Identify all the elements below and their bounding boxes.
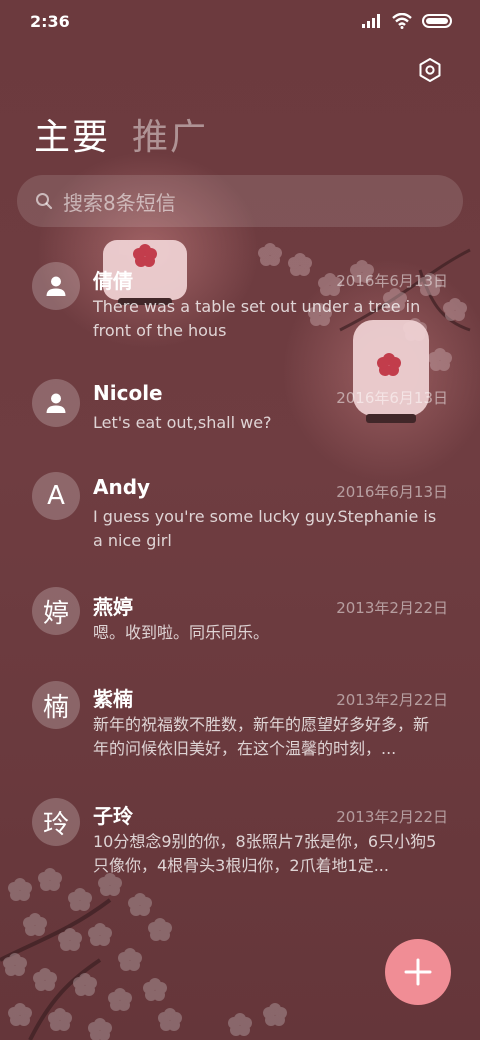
conversation-item[interactable]: 楠 紫楠 2013年2月22日 新年的祝福数不胜数，新年的愿望好多好多，新年的问…	[0, 670, 480, 790]
conversation-item[interactable]: 婷 燕婷 2013年2月22日 嗯。收到啦。同乐同乐。	[0, 576, 480, 676]
status-icons	[362, 13, 452, 29]
conversation-item[interactable]: Nicole 2016年6月13日 Let's eat out,shall we…	[0, 361, 480, 461]
message-snippet: There was a table set out under a tree i…	[93, 297, 421, 340]
contact-name: 燕婷	[93, 595, 133, 619]
message-snippet: Let's eat out,shall we?	[93, 413, 272, 432]
search-icon	[36, 193, 53, 210]
gear-icon	[419, 58, 441, 82]
new-message-button[interactable]	[385, 939, 451, 1005]
search-placeholder: 搜索8条短信	[63, 190, 176, 215]
tab-promotions[interactable]: 推广	[132, 108, 208, 160]
conversation-item[interactable]: A Andy 2016年6月13日 I guess you're some lu…	[0, 456, 480, 576]
person-icon	[46, 276, 66, 296]
message-snippet: 新年的祝福数不胜数，新年的愿望好多好多，新年的问候依旧美好，在这个温馨的时刻，.…	[93, 715, 430, 758]
contact-name: 倩倩	[93, 269, 133, 293]
message-date: 2016年6月13日	[336, 389, 448, 407]
message-date: 2013年2月22日	[336, 808, 448, 826]
tab-bar: 主要 推广	[34, 108, 208, 160]
conversation-item[interactable]: 倩倩 2016年6月13日 There was a table set out …	[0, 246, 480, 356]
tab-primary[interactable]: 主要	[34, 108, 110, 160]
person-icon	[46, 393, 66, 413]
message-date: 2013年2月22日	[336, 599, 448, 617]
settings-button[interactable]	[412, 52, 448, 88]
status-bar: 2:36	[0, 0, 480, 42]
message-date: 2016年6月13日	[336, 483, 448, 501]
battery-icon	[422, 14, 452, 28]
message-date: 2013年2月22日	[336, 691, 448, 709]
avatar: 楠	[32, 681, 80, 729]
contact-name: Andy	[93, 475, 151, 499]
message-date: 2016年6月13日	[336, 272, 448, 290]
wifi-icon	[392, 13, 412, 29]
message-snippet: I guess you're some lucky guy.Stephanie …	[93, 507, 437, 550]
contact-name: 紫楠	[93, 687, 133, 711]
avatar	[32, 262, 80, 310]
contact-name: Nicole	[93, 381, 163, 405]
search-input[interactable]: 搜索8条短信	[17, 175, 463, 227]
status-time: 2:36	[30, 11, 70, 31]
message-snippet: 嗯。收到啦。同乐同乐。	[93, 623, 270, 642]
message-snippet: 10分想念9别的你，8张照片7张是你，6只小狗5只像你，4根骨头3根归你，2爪着…	[93, 832, 437, 875]
avatar: A	[32, 472, 80, 520]
avatar: 婷	[32, 587, 80, 635]
conversation-item[interactable]: 玲 子玲 2013年2月22日 10分想念9别的你，8张照片7张是你，6只小狗5…	[0, 786, 480, 906]
signal-icon	[362, 14, 380, 28]
plus-icon	[404, 958, 432, 986]
avatar	[32, 379, 80, 427]
avatar: 玲	[32, 798, 80, 846]
contact-name: 子玲	[93, 804, 133, 828]
